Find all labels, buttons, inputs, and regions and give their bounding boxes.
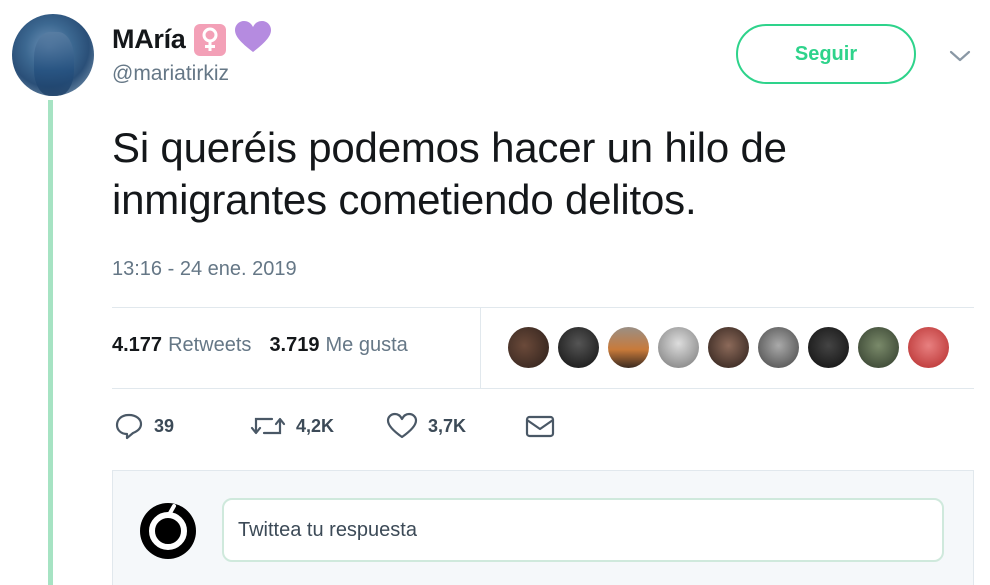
liker-avatar[interactable] — [558, 327, 599, 368]
divider-bottom — [112, 388, 974, 389]
author-handle[interactable]: @mariatirkiz — [112, 62, 229, 86]
like-action[interactable]: 3,7K — [386, 412, 466, 440]
direct-message-action[interactable] — [524, 412, 556, 440]
liker-avatar[interactable] — [908, 327, 949, 368]
liker-avatar[interactable] — [808, 327, 849, 368]
divider-top — [112, 307, 974, 308]
retweet-action[interactable]: 4,2K — [250, 412, 334, 440]
author-display-name[interactable]: MAría — [112, 24, 186, 55]
likers-avatars — [508, 327, 949, 368]
likes-label[interactable]: Me gusta — [326, 334, 408, 357]
chevron-down-icon[interactable] — [948, 48, 972, 64]
liker-avatar[interactable] — [658, 327, 699, 368]
liker-avatar[interactable] — [608, 327, 649, 368]
author-name-row: MAría — [112, 20, 272, 59]
liker-avatar[interactable] — [508, 327, 549, 368]
heart-icon — [386, 412, 418, 439]
current-user-avatar[interactable] — [140, 503, 196, 559]
purple-heart-icon — [234, 20, 272, 59]
female-sign-icon — [193, 23, 226, 56]
retweet-icon — [250, 417, 286, 435]
tweet-text: Si queréis podemos hacer un hilo de inmi… — [112, 124, 787, 223]
liker-avatar[interactable] — [758, 327, 799, 368]
retweets-label[interactable]: Retweets — [168, 334, 251, 357]
tweet-stats: 4.177 Retweets 3.719 Me gusta — [112, 334, 408, 357]
reply-input[interactable]: Twittea tu respuesta — [222, 498, 944, 562]
reply-action[interactable]: 39 — [114, 412, 174, 440]
author-avatar[interactable] — [12, 14, 94, 96]
likes-count[interactable]: 3.719 — [269, 334, 319, 357]
reply-count: 39 — [154, 415, 175, 436]
like-count: 3,7K — [428, 415, 467, 436]
stats-separator — [480, 308, 481, 388]
liker-avatar[interactable] — [708, 327, 749, 368]
tweet-timestamp[interactable]: 13:16 - 24 ene. 2019 — [112, 258, 297, 281]
thread-line — [48, 100, 53, 585]
liker-avatar[interactable] — [858, 327, 899, 368]
retweet-count: 4,2K — [296, 415, 335, 436]
reply-icon — [115, 413, 143, 440]
follow-button[interactable]: Seguir — [736, 24, 916, 84]
retweets-count[interactable]: 4.177 — [112, 334, 162, 357]
envelope-icon — [525, 415, 555, 438]
